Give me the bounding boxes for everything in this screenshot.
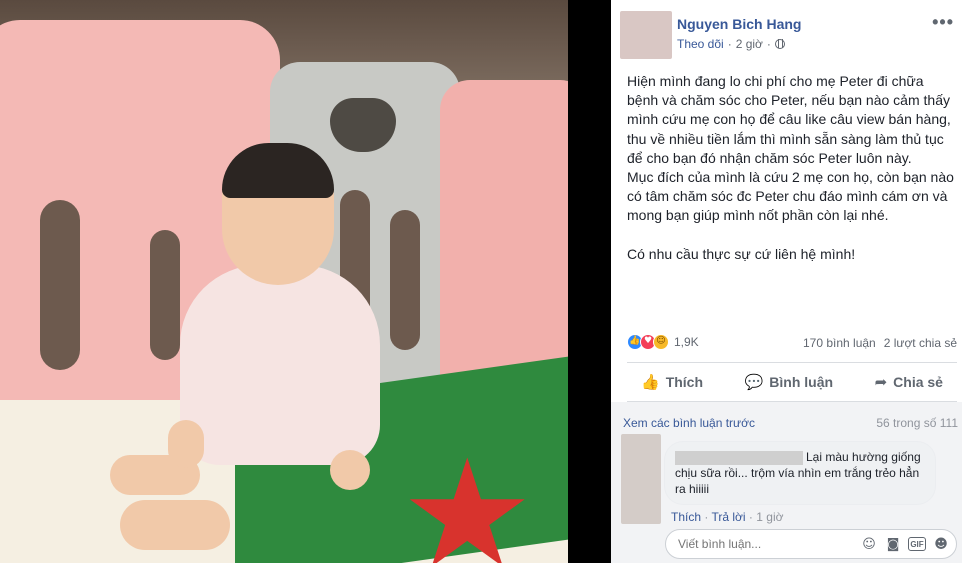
composer-icons: ☺ ◙ GIF ☻ (860, 535, 950, 553)
post-stats: 👍 ♥ ☺ 1,9K 170 bình luận 2 lượt chia sẻ (627, 333, 957, 353)
post-paragraph: Mục đích của mình là cứu 2 mẹ con họ, cò… (627, 169, 954, 224)
playpen-slot (40, 200, 80, 370)
action-bar: 👍 Thích 💬 Bình luận ➦ Chia sẻ (627, 362, 957, 402)
comment-reply-link[interactable]: Trả lời (711, 510, 745, 524)
share-arrow-icon: ➦ (874, 373, 888, 391)
post-paragraph: Có nhu cầu thực sự cứ liên hệ mình! (627, 245, 856, 262)
view-previous-row: Xem các bình luận trước 56 trong số 111 (623, 416, 958, 430)
author-avatar[interactable] (620, 11, 672, 59)
follow-link[interactable]: Theo dõi (677, 37, 724, 51)
separator: · (748, 510, 753, 524)
comment-input[interactable] (676, 536, 860, 552)
meta-separator: · (727, 37, 732, 51)
comment-time[interactable]: 1 giờ (756, 510, 783, 524)
share-count[interactable]: 2 lượt chia sẻ (884, 336, 957, 350)
view-previous-comments-link[interactable]: Xem các bình luận trước (623, 416, 755, 430)
stats-right: 170 bình luận 2 lượt chia sẻ (803, 336, 957, 350)
comment-text-rest: chịu sữa rồi... trộm vía nhìn em trắng t… (675, 466, 920, 496)
like-button[interactable]: 👍 Thích (627, 373, 717, 391)
post-panel: Nguyen Bich Hang Theo dõi · 2 giờ · ••• … (611, 0, 962, 563)
share-label: Chia sẻ (893, 374, 943, 390)
post-meta: Theo dõi · 2 giờ · (677, 37, 785, 51)
comment-text-line1: Lại màu hường giống (806, 450, 921, 464)
sticker-icon[interactable]: ☻ (932, 535, 950, 553)
baby-leg (120, 500, 230, 550)
comments-count: 56 trong số 111 (876, 416, 958, 430)
post-photo[interactable]: ★ (0, 0, 568, 563)
more-options-icon[interactable]: ••• (932, 12, 954, 33)
gif-icon[interactable]: GIF (908, 537, 926, 551)
star-print: ★ (400, 428, 535, 563)
separator: · (704, 510, 709, 524)
reaction-count: 1,9K (674, 335, 699, 349)
meta-separator: · (766, 37, 771, 51)
playpen-slot (150, 230, 180, 360)
post-text: Hiện mình đang lo chi phí cho mẹ Peter đ… (627, 72, 957, 264)
baby-hand (330, 450, 370, 490)
baby-hand (168, 420, 204, 468)
camera-icon[interactable]: ◙ (884, 535, 902, 553)
share-button[interactable]: ➦ Chia sẻ (861, 373, 957, 391)
comment-text: Lại màu hường giống chịu sữa rồi... trộm… (675, 449, 931, 497)
comments-section: Xem các bình luận trước 56 trong số 111 … (611, 402, 962, 563)
post-header: Nguyen Bich Hang Theo dõi · 2 giờ · ••• (611, 0, 962, 60)
baby-body (180, 265, 380, 465)
comment-count[interactable]: 170 bình luận (803, 336, 876, 350)
commenter-avatar[interactable] (621, 434, 661, 524)
like-label: Thích (665, 374, 704, 390)
author-name[interactable]: Nguyen Bich Hang (677, 16, 801, 32)
reactions-summary[interactable]: 👍 ♥ ☺ 1,9K (627, 334, 699, 350)
globe-icon (774, 39, 785, 49)
comment-button[interactable]: 💬 Bình luận (731, 373, 847, 391)
playpen-slot (390, 210, 420, 350)
comment-bubble: Lại màu hường giống chịu sữa rồi... trộm… (665, 442, 935, 504)
comment-actions: Thích · Trả lời · 1 giờ (671, 510, 783, 524)
haha-icon: ☺ (653, 334, 669, 350)
post-time[interactable]: 2 giờ (736, 37, 763, 51)
thumbs-up-icon: 👍 (641, 373, 660, 391)
comment-composer[interactable]: ☺ ◙ GIF ☻ (665, 529, 957, 559)
comment-label: Bình luận (769, 374, 834, 390)
speech-bubble-icon: 💬 (744, 373, 764, 391)
post-paragraph: Hiện mình đang lo chi phí cho mẹ Peter đ… (627, 73, 951, 166)
emoji-icon[interactable]: ☺ (860, 535, 878, 553)
comment-like-link[interactable]: Thích (671, 510, 701, 524)
